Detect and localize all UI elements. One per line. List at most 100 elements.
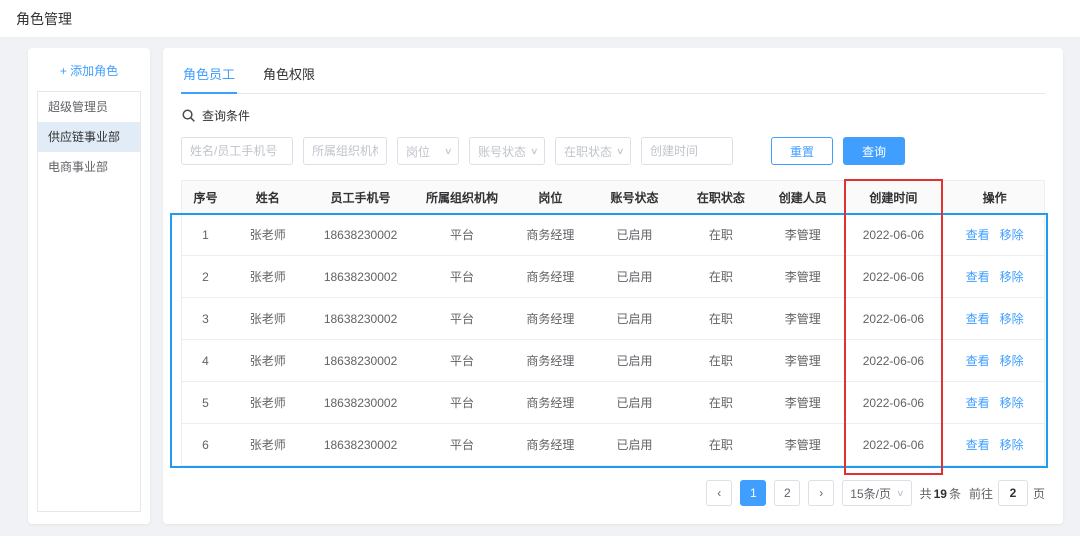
cell-account-status: 已启用 [591, 255, 678, 298]
cell-account-status: 已启用 [591, 381, 678, 424]
cell-create-time: 2022-06-06 [841, 381, 946, 424]
cell-creator: 李管理 [763, 255, 842, 298]
cell-name: 张老师 [228, 339, 307, 382]
view-link[interactable]: 查看 [966, 228, 990, 242]
cell-no: 3 [181, 297, 229, 340]
jump-prefix-label: 前往 [968, 486, 993, 501]
cell-create-time: 2022-06-06 [841, 339, 946, 382]
table-row: 6 张老师 18638230002 平台 商务经理 已启用 在职 李管理 2022-06-06 查… [181, 423, 1045, 466]
column-header: 姓名 [228, 180, 307, 214]
query-button[interactable]: 查询 [843, 137, 906, 165]
name-phone-input[interactable] [181, 137, 293, 165]
view-link[interactable]: 查看 [966, 354, 990, 368]
remove-link[interactable]: 移除 [1000, 312, 1024, 326]
cell-position: 商务经理 [509, 297, 592, 340]
table-row: 3 张老师 18638230002 平台 商务经理 已启用 在职 李管理 2022-06-06 查… [181, 297, 1045, 340]
cell-name: 张老师 [228, 255, 307, 298]
column-header: 创建人员 [763, 180, 842, 214]
next-page-button[interactable]: › [808, 480, 835, 506]
position-select[interactable]: 岗位 ∨ [397, 137, 459, 165]
remove-link[interactable]: 移除 [1000, 228, 1024, 242]
cell-phone: 18638230002 [306, 381, 415, 424]
view-link[interactable]: 查看 [966, 312, 990, 326]
cell-name: 张老师 [228, 423, 307, 466]
cell-employment-status: 在职 [677, 255, 764, 298]
cell-actions: 查看 移除 [945, 381, 1045, 424]
cell-account-status: 已启用 [591, 213, 678, 256]
create-time-input[interactable] [641, 137, 733, 165]
view-link[interactable]: 查看 [966, 396, 990, 410]
account-status-select-value: 账号状态 [478, 144, 527, 159]
cell-no: 2 [181, 255, 229, 298]
cell-actions: 查看 移除 [945, 213, 1045, 256]
add-role-button[interactable]: + 添加角色 [37, 62, 141, 79]
view-link[interactable]: 查看 [966, 270, 990, 284]
page-title: 角色管理 [16, 10, 72, 27]
cell-actions: 查看 移除 [945, 255, 1045, 298]
cell-create-time: 2022-06-06 [841, 213, 946, 256]
role-table: 序号 姓名 员工手机号 所属组织机构 岗位 账号状态 在职状态 创建人员 创建时间 操作 1 张老师… [181, 180, 1045, 466]
search-icon [182, 109, 195, 122]
role-list: 超级管理员 供应链事业部 电商事业部 [37, 91, 141, 512]
total-count: 共 19 条 [919, 486, 961, 501]
cell-phone: 18638230002 [306, 297, 415, 340]
chevron-down-icon: ∨ [444, 145, 453, 156]
column-header: 创建时间 [841, 180, 946, 214]
table-body: 1 张老师 18638230002 平台 商务经理 已启用 在职 李管理 2022-06-06 查… [181, 213, 1045, 466]
cell-account-status: 已启用 [591, 423, 678, 466]
table-row: 4 张老师 18638230002 平台 商务经理 已启用 在职 李管理 2022-06-06 查… [181, 339, 1045, 382]
main-card: 角色员工 角色权限 查询条件 岗位 ∨ 账号状态 ∨ 在职状态 ∨ [163, 48, 1063, 524]
cell-phone: 18638230002 [306, 213, 415, 256]
column-header: 操作 [945, 180, 1045, 214]
cell-position: 商务经理 [509, 423, 592, 466]
sidebar-item[interactable]: 供应链事业部 [38, 122, 140, 152]
sidebar-item[interactable]: 电商事业部 [38, 152, 140, 182]
cell-org: 平台 [414, 381, 510, 424]
employment-status-select-value: 在职状态 [564, 144, 613, 159]
reset-button[interactable]: 重置 [771, 137, 834, 165]
tab-role-permission[interactable]: 角色权限 [261, 58, 317, 93]
cell-creator: 李管理 [763, 213, 842, 256]
remove-link[interactable]: 移除 [1000, 438, 1024, 452]
view-link[interactable]: 查看 [966, 438, 990, 452]
sidebar: + 添加角色 超级管理员 供应链事业部 电商事业部 [28, 48, 150, 524]
cell-position: 商务经理 [509, 213, 592, 256]
page-number-button[interactable]: 1 [740, 480, 767, 506]
table-row: 1 张老师 18638230002 平台 商务经理 已启用 在职 李管理 2022-06-06 查… [181, 213, 1045, 256]
table-row: 5 张老师 18638230002 平台 商务经理 已启用 在职 李管理 2022-06-06 查… [181, 381, 1045, 424]
page-jump-input[interactable] [997, 480, 1028, 506]
cell-creator: 李管理 [763, 339, 842, 382]
tabs: 角色员工 角色权限 [181, 58, 1045, 94]
remove-link[interactable]: 移除 [1000, 270, 1024, 284]
sidebar-item[interactable]: 超级管理员 [38, 92, 140, 122]
cell-employment-status: 在职 [677, 381, 764, 424]
cell-creator: 李管理 [763, 423, 842, 466]
column-header: 序号 [181, 180, 229, 214]
cell-position: 商务经理 [509, 255, 592, 298]
page-header: 角色管理 [0, 0, 1080, 38]
cell-creator: 李管理 [763, 297, 842, 340]
page-size-select[interactable]: 15条/页 ∨ [842, 480, 912, 506]
query-condition-label: 查询条件 [202, 109, 251, 123]
filter-row: 岗位 ∨ 账号状态 ∨ 在职状态 ∨ 重置 查询 [181, 137, 1045, 165]
cell-org: 平台 [414, 423, 510, 466]
column-header: 员工手机号 [306, 180, 415, 214]
remove-link[interactable]: 移除 [1000, 354, 1024, 368]
prev-page-button[interactable]: ‹ [706, 480, 733, 506]
account-status-select[interactable]: 账号状态 ∨ [469, 137, 545, 165]
column-header: 在职状态 [677, 180, 764, 214]
remove-link[interactable]: 移除 [1000, 396, 1024, 410]
column-header: 所属组织机构 [414, 180, 510, 214]
cell-position: 商务经理 [509, 381, 592, 424]
content: + 添加角色 超级管理员供应链事业部电商事业部 角色员工 角色权限 查询条件 岗… [0, 38, 1080, 536]
cell-phone: 18638230002 [306, 255, 415, 298]
cell-name: 张老师 [228, 213, 307, 256]
tab-role-staff[interactable]: 角色员工 [181, 58, 238, 94]
column-header: 岗位 [509, 180, 592, 214]
cell-no: 6 [181, 423, 229, 466]
page-size-value: 15条/页 [850, 486, 891, 501]
page-number-button[interactable]: 2 [774, 480, 801, 506]
organization-input[interactable] [303, 137, 387, 165]
total-count-number: 19 [933, 486, 947, 501]
employment-status-select[interactable]: 在职状态 ∨ [555, 137, 631, 165]
